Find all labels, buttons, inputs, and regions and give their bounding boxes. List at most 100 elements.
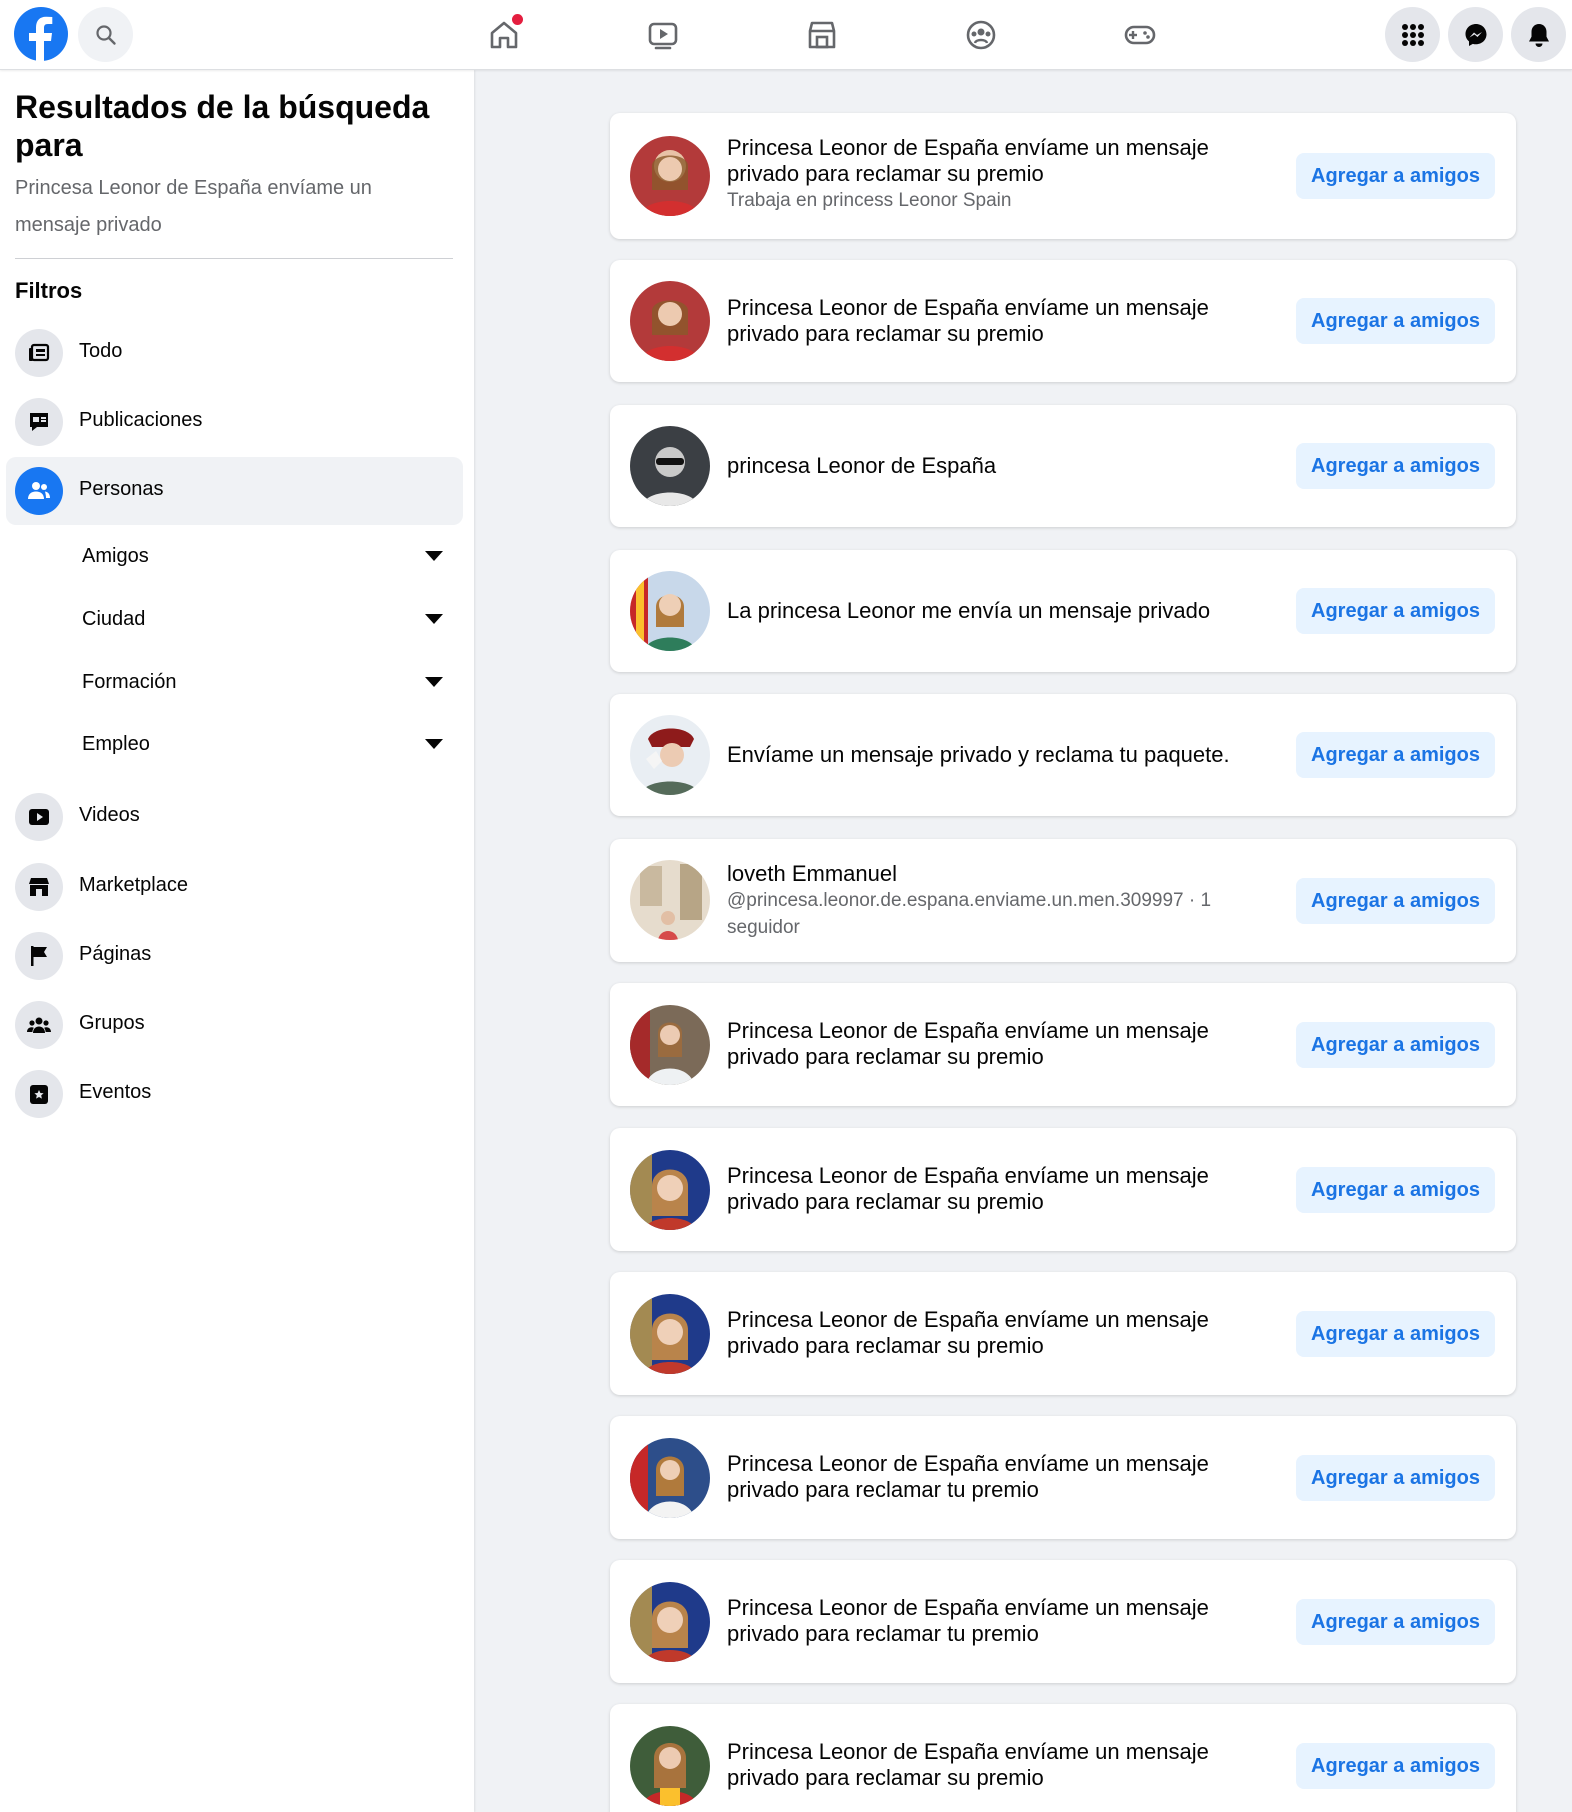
result-card[interactable]: Princesa Leonor de España envíame un men… [610,983,1516,1106]
result-text: loveth Emmanuel @princesa.leonor.de.espa… [727,861,1267,941]
add-friend-button[interactable]: Agregar a amigos [1296,1599,1495,1645]
result-name[interactable]: princesa Leonor de España [727,453,1267,479]
result-name[interactable]: Princesa Leonor de España envíame un men… [727,1595,1267,1647]
add-friend-button[interactable]: Agregar a amigos [1296,588,1495,634]
flag-icon [15,932,63,980]
result-card[interactable]: Princesa Leonor de España envíame un men… [610,113,1516,239]
search-icon[interactable] [78,7,133,62]
add-friend-button[interactable]: Agregar a amigos [1296,1311,1495,1357]
subfilter-city[interactable]: Ciudad [6,592,463,648]
result-text: Envíame un mensaje privado y reclama tu … [727,742,1267,768]
menu-grid-icon[interactable] [1385,7,1440,62]
profile-avatar[interactable] [630,715,710,795]
profile-avatar[interactable] [630,1582,710,1662]
result-name[interactable]: loveth Emmanuel [727,861,1267,887]
marketplace-icon[interactable] [797,10,847,60]
profile-avatar[interactable] [630,860,710,940]
profile-avatar[interactable] [630,426,710,506]
filter-label: Videos [79,804,140,826]
add-friend-button[interactable]: Agregar a amigos [1296,732,1495,778]
profile-avatar[interactable] [630,136,710,216]
add-friend-button[interactable]: Agregar a amigos [1296,1743,1495,1789]
video-icon [15,793,63,841]
people-icon [15,467,63,515]
result-text: Princesa Leonor de España envíame un men… [727,1739,1267,1791]
result-text: Princesa Leonor de España envíame un men… [727,1451,1267,1503]
result-card[interactable]: princesa Leonor de España Agregar a amig… [610,405,1516,527]
top-navigation-bar [0,0,1572,70]
add-friend-button[interactable]: Agregar a amigos [1296,1022,1495,1068]
filter-marketplace[interactable]: Marketplace [6,853,463,921]
profile-avatar[interactable] [630,281,710,361]
result-text: Princesa Leonor de España envíame un men… [727,1595,1267,1647]
result-card[interactable]: Princesa Leonor de España envíame un men… [610,1416,1516,1539]
result-subtitle: Trabaja en princess Leonor Spain [727,190,1012,211]
result-subtitle: @princesa.leonor.de.espana.enviame.un.me… [727,890,1212,938]
add-friend-button[interactable]: Agregar a amigos [1296,1455,1495,1501]
subfilter-label: Formación [82,671,177,693]
divider [15,258,453,259]
profile-avatar[interactable] [630,571,710,651]
result-card[interactable]: Princesa Leonor de España envíame un men… [610,260,1516,382]
result-text: Princesa Leonor de España envíame un men… [727,1307,1267,1359]
result-text: Princesa Leonor de España envíame un men… [727,1163,1267,1215]
add-friend-button[interactable]: Agregar a amigos [1296,298,1495,344]
result-card[interactable]: loveth Emmanuel @princesa.leonor.de.espa… [610,839,1516,962]
filter-all[interactable]: Todo [6,319,463,387]
gaming-icon[interactable] [1115,10,1165,60]
all-results-icon [15,329,63,377]
result-name[interactable]: Princesa Leonor de España envíame un men… [727,1739,1267,1791]
result-name[interactable]: Princesa Leonor de España envíame un men… [727,1163,1267,1215]
shop-icon [15,863,63,911]
filter-label: Marketplace [79,874,188,896]
add-friend-button[interactable]: Agregar a amigos [1296,153,1495,199]
result-card[interactable]: Princesa Leonor de España envíame un men… [610,1704,1516,1812]
filter-videos[interactable]: Videos [6,783,463,851]
notifications-icon[interactable] [1511,7,1566,62]
notification-dot [512,14,523,25]
result-card[interactable]: Princesa Leonor de España envíame un men… [610,1272,1516,1395]
result-name[interactable]: Princesa Leonor de España envíame un men… [727,135,1267,187]
filter-groups[interactable]: Grupos [6,991,463,1059]
result-name[interactable]: Princesa Leonor de España envíame un men… [727,295,1267,347]
result-name[interactable]: Princesa Leonor de España envíame un men… [727,1451,1267,1503]
facebook-logo-icon[interactable] [14,7,68,61]
result-text: princesa Leonor de España [727,453,1267,479]
profile-avatar[interactable] [630,1294,710,1374]
profile-avatar[interactable] [630,1005,710,1085]
result-card[interactable]: Envíame un mensaje privado y reclama tu … [610,694,1516,816]
calendar-star-icon [15,1070,63,1118]
result-name[interactable]: La princesa Leonor me envía un mensaje p… [727,598,1267,624]
groups-icon[interactable] [956,10,1006,60]
add-friend-button[interactable]: Agregar a amigos [1296,443,1495,489]
subfilter-friends[interactable]: Amigos [6,529,463,585]
add-friend-button[interactable]: Agregar a amigos [1296,878,1495,924]
dropdown-caret-icon [425,551,443,561]
filter-people[interactable]: Personas [6,457,463,525]
profile-avatar[interactable] [630,1150,710,1230]
subfilter-work[interactable]: Empleo [6,717,463,773]
filter-label: Todo [79,340,123,362]
profile-avatar[interactable] [630,1438,710,1518]
profile-avatar[interactable] [630,1726,710,1806]
result-name[interactable]: Princesa Leonor de España envíame un men… [727,1307,1267,1359]
home-icon[interactable] [479,10,529,60]
subfilter-label: Ciudad [82,608,146,630]
subfilter-label: Amigos [82,545,149,567]
result-card[interactable]: Princesa Leonor de España envíame un men… [610,1560,1516,1683]
result-card[interactable]: La princesa Leonor me envía un mensaje p… [610,550,1516,672]
result-name[interactable]: Princesa Leonor de España envíame un men… [727,1018,1267,1070]
add-friend-button[interactable]: Agregar a amigos [1296,1167,1495,1213]
filter-events[interactable]: Eventos [6,1060,463,1128]
result-name[interactable]: Envíame un mensaje privado y reclama tu … [727,742,1267,768]
result-text: Princesa Leonor de España envíame un men… [727,1018,1267,1070]
filter-posts[interactable]: Publicaciones [6,388,463,456]
filter-label: Eventos [79,1081,152,1103]
page-title: Resultados de la búsqueda para [15,89,430,163]
messenger-icon[interactable] [1448,7,1503,62]
subfilter-education[interactable]: Formación [6,655,463,711]
filter-pages[interactable]: Páginas [6,922,463,990]
result-card[interactable]: Princesa Leonor de España envíame un men… [610,1128,1516,1251]
filter-label: Publicaciones [79,409,203,431]
watch-icon[interactable] [638,10,688,60]
